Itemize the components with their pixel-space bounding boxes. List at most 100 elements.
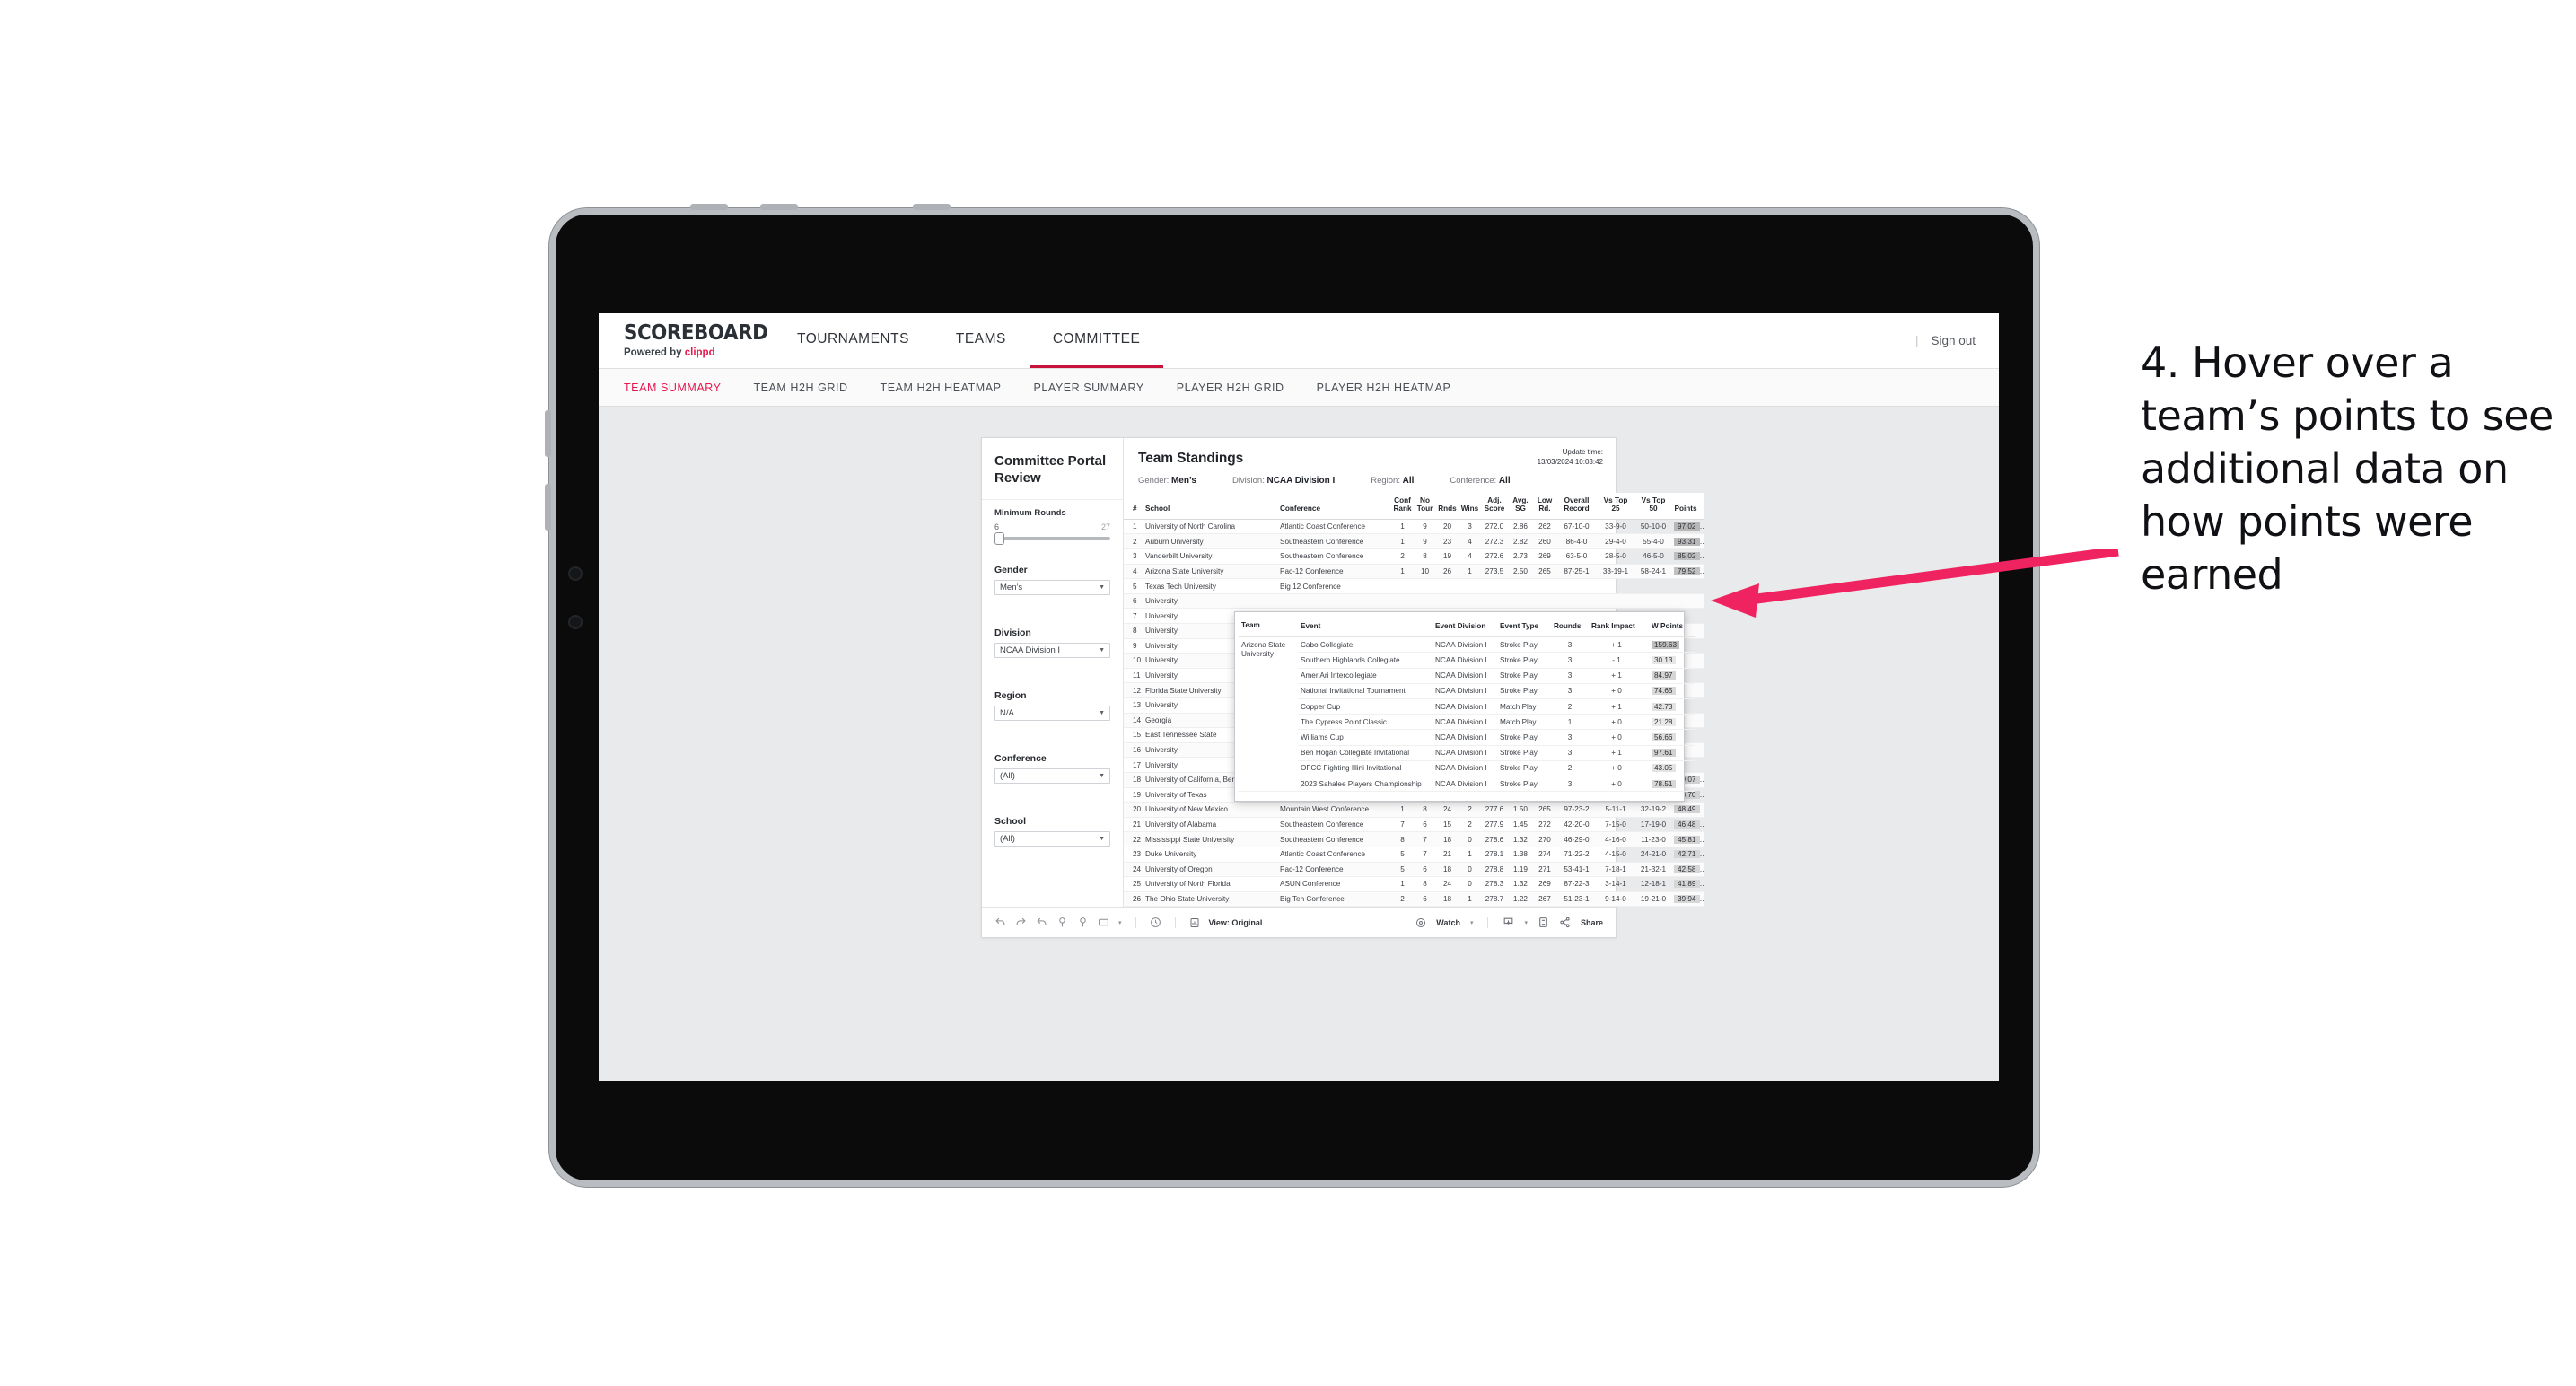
cell-school: University of North Carolina xyxy=(1143,519,1278,535)
refresh-icon[interactable] xyxy=(1056,917,1068,928)
cell-points[interactable]: 45.81 xyxy=(1672,831,1704,847)
fullscreen-icon[interactable] xyxy=(1538,917,1549,928)
view-original-label[interactable]: View: Original xyxy=(1209,918,1263,927)
table-row[interactable]: 6 University xyxy=(1124,593,1704,610)
layout-caret-icon[interactable]: ▾ xyxy=(1118,919,1122,926)
nav-item-teams[interactable]: TEAMS xyxy=(933,313,1030,368)
cell-conference: Southeastern Conference xyxy=(1278,831,1391,847)
cell-points[interactable]: 39.94 xyxy=(1672,891,1704,908)
school-select[interactable]: (All) ▼ xyxy=(994,831,1110,847)
col-wins[interactable]: Wins xyxy=(1459,493,1481,520)
col-points[interactable]: Points xyxy=(1672,493,1704,520)
points-value[interactable]: 42.58 xyxy=(1674,864,1700,873)
table-row[interactable]: 4 Arizona State University Pac-12 Conferen… xyxy=(1124,564,1704,580)
tooltip-cell-event-division: NCAA Division I xyxy=(1433,776,1497,793)
points-value[interactable]: 41.89 xyxy=(1674,880,1700,889)
table-row[interactable]: 2 Auburn University Southeastern Conferenc… xyxy=(1124,533,1704,550)
table-row[interactable]: 23 Duke University Atlantic Coast Conferen… xyxy=(1124,847,1704,863)
table-row[interactable]: 5 Texas Tech University Big 12 Conference xyxy=(1124,578,1704,594)
dashboard-body: Committee Portal Review Minimum Rounds 6… xyxy=(982,438,1704,908)
points-value[interactable]: 48.49 xyxy=(1674,805,1700,814)
share-icon[interactable] xyxy=(1559,917,1571,928)
col-conf-rank[interactable]: Conf Rank xyxy=(1391,493,1414,520)
undo-icon[interactable] xyxy=(994,917,1006,928)
watch-label[interactable]: Watch xyxy=(1436,918,1460,927)
region-select[interactable]: N/A ▼ xyxy=(994,706,1110,722)
tab-player-summary[interactable]: PLAYER SUMMARY xyxy=(1034,382,1164,394)
cell-vs-top-25 xyxy=(1597,593,1634,610)
tab-team-h2h-heatmap[interactable]: TEAM H2H HEATMAP xyxy=(881,382,1021,394)
redo-icon[interactable] xyxy=(1015,917,1027,928)
col-conference[interactable]: Conference xyxy=(1278,493,1391,520)
points-value[interactable]: 42.71 xyxy=(1674,850,1700,859)
tab-player-h2h-heatmap[interactable]: PLAYER H2H HEATMAP xyxy=(1317,382,1471,394)
nav-item-committee[interactable]: COMMITTEE xyxy=(1029,313,1164,368)
download-caret-icon[interactable]: ▾ xyxy=(1524,919,1528,926)
tooltip-cell-event: Cabo Collegiate xyxy=(1298,636,1433,654)
table-row[interactable]: 20 University of New Mexico Mountain West … xyxy=(1124,802,1704,818)
cell-points[interactable]: 46.48 xyxy=(1672,817,1704,833)
conference-select[interactable]: (All) ▼ xyxy=(994,768,1110,785)
cell-points[interactable]: 97.02 xyxy=(1672,519,1704,535)
watch-icon[interactable] xyxy=(1415,917,1426,928)
tab-player-h2h-grid[interactable]: PLAYER H2H GRID xyxy=(1177,382,1304,394)
table-row[interactable]: 24 University of Oregon Pac-12 Conference 5… xyxy=(1124,862,1704,878)
slider-handle[interactable] xyxy=(994,532,1004,546)
watch-caret-icon[interactable]: ▾ xyxy=(1470,919,1474,926)
cell-points[interactable]: 42.71 xyxy=(1672,847,1704,863)
cell-no-tour: 7 xyxy=(1414,831,1436,847)
table-row[interactable]: 3 Vanderbilt University Southeastern Confe… xyxy=(1124,548,1704,565)
cell-conf-rank: 1 xyxy=(1391,519,1414,535)
table-row[interactable]: 22 Mississippi State University Southeaste… xyxy=(1124,831,1704,847)
table-row[interactable]: 21 University of Alabama Southeastern Conf… xyxy=(1124,817,1704,833)
tooltip-cell-event: 2023 Sahalee Players Championship xyxy=(1298,776,1433,793)
gender-select[interactable]: Men’s ▼ xyxy=(994,580,1110,596)
revert-icon[interactable] xyxy=(1036,917,1047,928)
col-vs-top-50[interactable]: Vs Top 50 xyxy=(1634,493,1672,520)
table-header-row: # School Conference Conf Rank No Tour Rn… xyxy=(1124,493,1704,520)
cell-no-tour: 10 xyxy=(1414,564,1436,580)
download-icon[interactable] xyxy=(1503,917,1514,928)
cell-points[interactable]: 41.89 xyxy=(1672,876,1704,892)
col-school[interactable]: School xyxy=(1143,493,1278,520)
minimum-rounds-slider[interactable] xyxy=(994,532,1110,546)
tooltip-row: Williams Cup NCAA Division I Stroke Play 3 +… xyxy=(1239,729,1695,746)
points-value[interactable]: 39.94 xyxy=(1674,894,1700,903)
nav-item-tournaments[interactable]: TOURNAMENTS xyxy=(774,313,933,368)
col-overall-record[interactable]: Overall Record xyxy=(1556,493,1597,520)
clock-icon[interactable] xyxy=(1150,917,1161,928)
tooltip-cell-event: The Cypress Point Classic xyxy=(1298,714,1433,731)
brand-logo[interactable]: SCOREBOARD Powered by clippd xyxy=(599,313,774,368)
view-icon[interactable] xyxy=(1189,917,1200,928)
points-value[interactable]: 97.02 xyxy=(1674,522,1700,531)
points-value[interactable]: 45.81 xyxy=(1674,835,1700,844)
points-value[interactable]: 46.48 xyxy=(1674,820,1700,829)
tooltip-cell-rounds: 2 xyxy=(1551,698,1589,715)
col-no-tour[interactable]: No Tour xyxy=(1414,493,1436,520)
table-row[interactable]: 25 University of North Florida ASUN Confer… xyxy=(1124,876,1704,892)
cell-rnds: 24 xyxy=(1436,876,1459,892)
col-avg-sg[interactable]: Avg. SG xyxy=(1508,493,1533,520)
table-row[interactable]: 26 The Ohio State University Big Ten Confe… xyxy=(1124,891,1704,908)
tooltip-cell-event: Amer Ari Intercollegiate xyxy=(1298,668,1433,684)
col-adj-score[interactable]: Adj. Score xyxy=(1481,493,1508,520)
cell-conference: Southeastern Conference xyxy=(1278,817,1391,833)
cell-points[interactable]: 48.49 xyxy=(1672,802,1704,818)
device-layout-icon[interactable] xyxy=(1098,917,1109,928)
table-row[interactable]: 1 University of North Carolina Atlantic Co… xyxy=(1124,519,1704,535)
cell-points[interactable]: 93.31 xyxy=(1672,533,1704,550)
tab-team-h2h-grid[interactable]: TEAM H2H GRID xyxy=(753,382,867,394)
share-label[interactable]: Share xyxy=(1581,918,1603,927)
pause-icon[interactable] xyxy=(1077,917,1089,928)
cell-rnds: 19 xyxy=(1436,548,1459,565)
sign-out-link[interactable]: Sign out xyxy=(1931,334,1976,347)
points-value[interactable]: 93.31 xyxy=(1674,537,1700,546)
cell-points[interactable]: 42.58 xyxy=(1672,862,1704,878)
tab-team-summary[interactable]: TEAM SUMMARY xyxy=(624,382,740,394)
cell-vs-top-25: 33-9-0 xyxy=(1597,519,1634,535)
col-rank[interactable]: # xyxy=(1124,493,1143,520)
col-rnds[interactable]: Rnds xyxy=(1436,493,1459,520)
col-low-rd[interactable]: Low Rd. xyxy=(1533,493,1556,520)
col-vs-top-25[interactable]: Vs Top 25 xyxy=(1597,493,1634,520)
division-select[interactable]: NCAA Division I ▼ xyxy=(994,643,1110,659)
